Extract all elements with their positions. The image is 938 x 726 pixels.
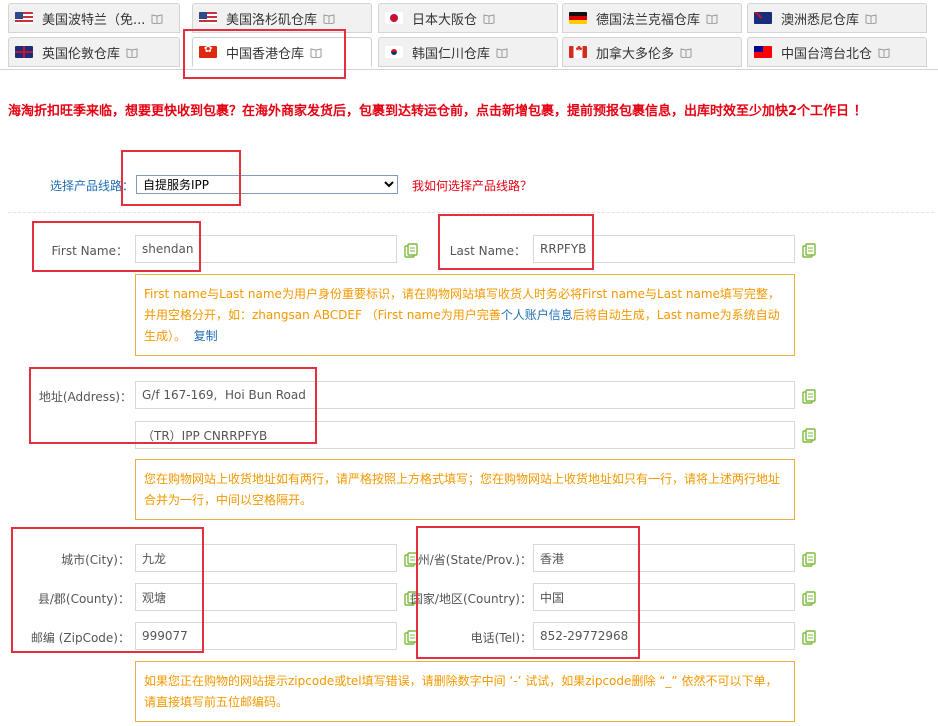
flag-de-icon	[569, 12, 587, 24]
county-label: 县/郡(County)：	[37, 592, 130, 606]
warehouse-tab-0[interactable]: 美国波特兰（免...	[8, 3, 180, 33]
warehouse-tab-label: 英国伦敦仓库	[42, 46, 121, 62]
product-line-help-link[interactable]: 我如何选择产品线路？	[412, 177, 532, 194]
address-line2-input[interactable]	[135, 421, 795, 449]
warehouse-tab-4[interactable]: 澳洲悉尼仓库	[747, 3, 927, 33]
address-label: 地址(Address)：	[38, 390, 132, 404]
tel-label: 电话(Tel)：	[470, 631, 532, 645]
last-name-input[interactable]	[533, 235, 795, 263]
warehouse-tab-label: 中国香港仓库	[226, 46, 305, 62]
warehouse-tab-7[interactable]: 韩国仁川仓库	[378, 37, 558, 67]
account-info-link[interactable]: 个人账户信息	[501, 308, 573, 322]
copy-state-icon[interactable]	[802, 552, 816, 567]
warehouse-tab-6[interactable]: 中国香港仓库	[192, 37, 372, 67]
open-book-icon	[151, 13, 163, 24]
last-name-label: Last Name：	[449, 244, 526, 258]
copy-country-icon[interactable]	[802, 591, 816, 606]
tabs-underline	[0, 69, 938, 70]
state-input[interactable]	[533, 544, 795, 572]
copy-tel-icon[interactable]	[802, 630, 816, 645]
warehouse-tab-label: 澳洲悉尼仓库	[781, 12, 860, 28]
tel-input[interactable]	[533, 622, 795, 650]
warehouse-tab-label: 加拿大多伦多	[596, 46, 675, 62]
zipcode-tel-hint: 如果您正在购物的网站提示zipcode或tel填写错误，请删除数字中间 ‘-’ …	[135, 661, 795, 722]
flag-us-icon	[199, 12, 217, 24]
open-book-icon	[706, 13, 718, 24]
county-input[interactable]	[135, 583, 397, 611]
zipcode-label: 邮编 (ZipCode)：	[30, 631, 130, 645]
copy-name-link[interactable]: 复制	[194, 329, 218, 343]
warehouse-tab-3[interactable]: 德国法兰克福仓库	[562, 3, 742, 33]
open-book-icon	[323, 13, 335, 24]
product-line-label: 选择产品线路：	[50, 179, 135, 193]
product-line-select[interactable]: 自提服务IPP	[136, 175, 398, 194]
copy-first-name-icon[interactable]	[404, 243, 418, 258]
copy-address-line1-icon[interactable]	[802, 389, 816, 404]
warehouse-tab-label: 中国台湾台北仓	[781, 46, 873, 62]
open-book-icon	[310, 47, 322, 58]
warehouse-tab-8[interactable]: 加拿大多伦多	[562, 37, 742, 67]
address-line1-input[interactable]	[135, 381, 795, 409]
open-book-icon	[878, 47, 890, 58]
warehouse-tab-2[interactable]: 日本大阪仓	[378, 3, 558, 33]
state-label: 州/省(State/Prov.)：	[417, 553, 532, 567]
city-input[interactable]	[135, 544, 397, 572]
copy-last-name-icon[interactable]	[802, 243, 816, 258]
flag-us-icon	[15, 12, 33, 24]
open-book-icon	[680, 47, 692, 58]
open-book-icon	[496, 47, 508, 58]
country-input[interactable]	[533, 583, 795, 611]
first-name-input[interactable]	[135, 235, 397, 263]
flag-kr-icon	[385, 46, 403, 58]
name-hint: First name与Last name为用户身份重要标识，请在购物网站填写收货…	[135, 274, 795, 356]
flag-ca-icon	[569, 46, 587, 58]
city-label: 城市(City)：	[61, 553, 130, 567]
flag-jp-icon	[385, 12, 403, 24]
warehouse-tab-5[interactable]: 英国伦敦仓库	[8, 37, 180, 67]
warehouse-tab-label: 美国波特兰（免...	[42, 12, 146, 28]
warehouse-tab-label: 韩国仁川仓库	[412, 46, 491, 62]
first-name-label: First Name：	[51, 244, 128, 258]
flag-tw-icon	[754, 46, 772, 58]
flag-gb-icon	[15, 46, 33, 58]
promo-notice: 海淘折扣旺季来临，想要更快收到包裹？在海外商家发货后，包裹到达转运仓前，点击新增…	[8, 104, 867, 119]
flag-hk-icon	[199, 46, 217, 58]
warehouse-tab-label: 美国洛杉矶仓库	[226, 12, 318, 28]
warehouse-tab-label: 日本大阪仓	[412, 12, 478, 28]
open-book-icon	[483, 13, 495, 24]
copy-address-line2-icon[interactable]	[802, 428, 816, 443]
section-divider	[8, 212, 934, 213]
open-book-icon	[126, 47, 138, 58]
address-hint: 您在购物网站上收货地址如有两行，请严格按照上方格式填写；您在购物网站上收货地址如…	[135, 459, 795, 520]
warehouse-tab-1[interactable]: 美国洛杉矶仓库	[192, 3, 372, 33]
country-label: 国家/地区(Country)：	[410, 592, 532, 606]
warehouse-tab-9[interactable]: 中国台湾台北仓	[747, 37, 927, 67]
open-book-icon	[865, 13, 877, 24]
warehouse-tab-label: 德国法兰克福仓库	[596, 12, 701, 28]
zipcode-input[interactable]	[135, 622, 397, 650]
flag-au-icon	[754, 12, 772, 24]
